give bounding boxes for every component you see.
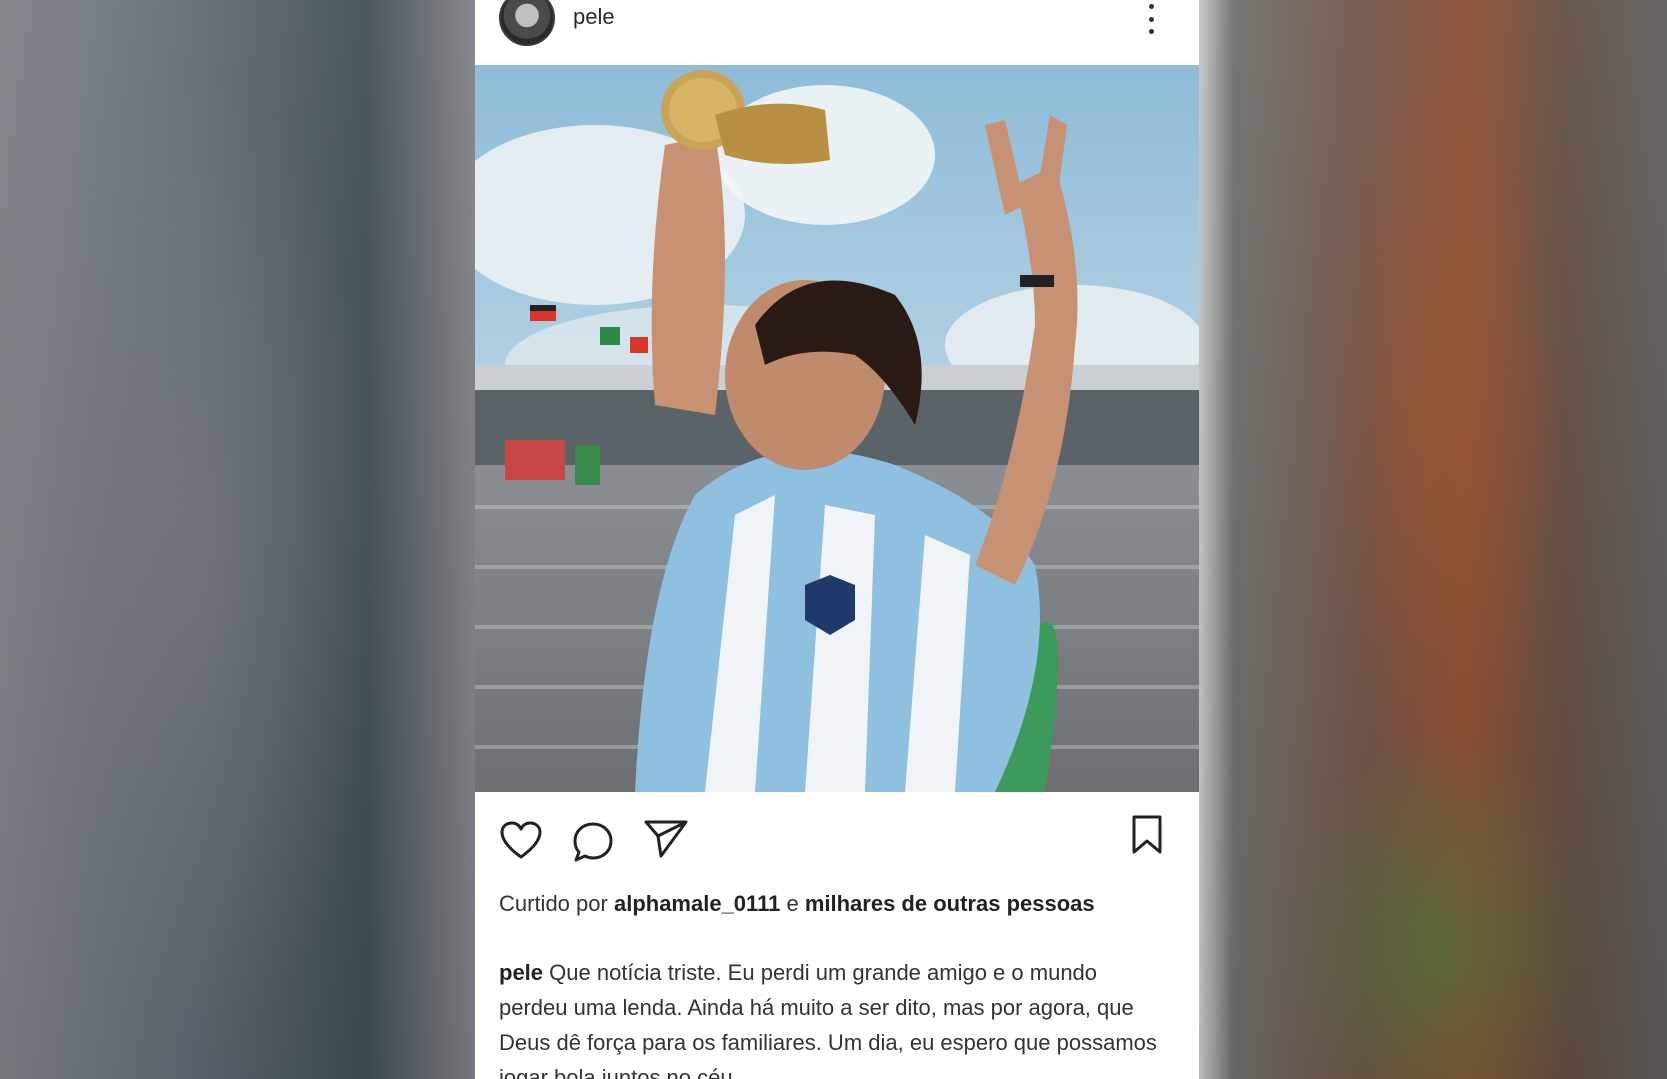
- caption-text: Que notícia triste. Eu perdi um grande a…: [499, 960, 1157, 1079]
- heart-icon[interactable]: [499, 820, 543, 860]
- more-vertical-icon[interactable]: [1147, 4, 1155, 34]
- post-username[interactable]: pele: [573, 4, 615, 30]
- likes-prefix: Curtido por: [499, 891, 608, 916]
- likes-others-link[interactable]: milhares de outras pessoas: [805, 891, 1095, 916]
- comment-icon[interactable]: [571, 820, 615, 864]
- post-header: pele: [475, 0, 1199, 64]
- likes-summary: Curtido por alphamale_0111 e milhares de…: [499, 888, 1159, 919]
- post-caption: pele Que notícia triste. Eu perdi um gra…: [499, 955, 1171, 1079]
- avatar[interactable]: [499, 0, 555, 46]
- caption-username[interactable]: pele: [499, 960, 543, 985]
- bookmark-icon[interactable]: [1129, 814, 1165, 856]
- post-photo[interactable]: [475, 65, 1199, 792]
- instagram-post: pele Curtido por alphamale_0111 e milhar…: [475, 0, 1199, 1079]
- post-actions: [475, 800, 1199, 880]
- send-icon[interactable]: [643, 818, 689, 860]
- liked-by-user-link[interactable]: alphamale_0111: [614, 891, 780, 916]
- likes-conjunction: e: [786, 891, 799, 916]
- photo-illustration: [475, 65, 1199, 792]
